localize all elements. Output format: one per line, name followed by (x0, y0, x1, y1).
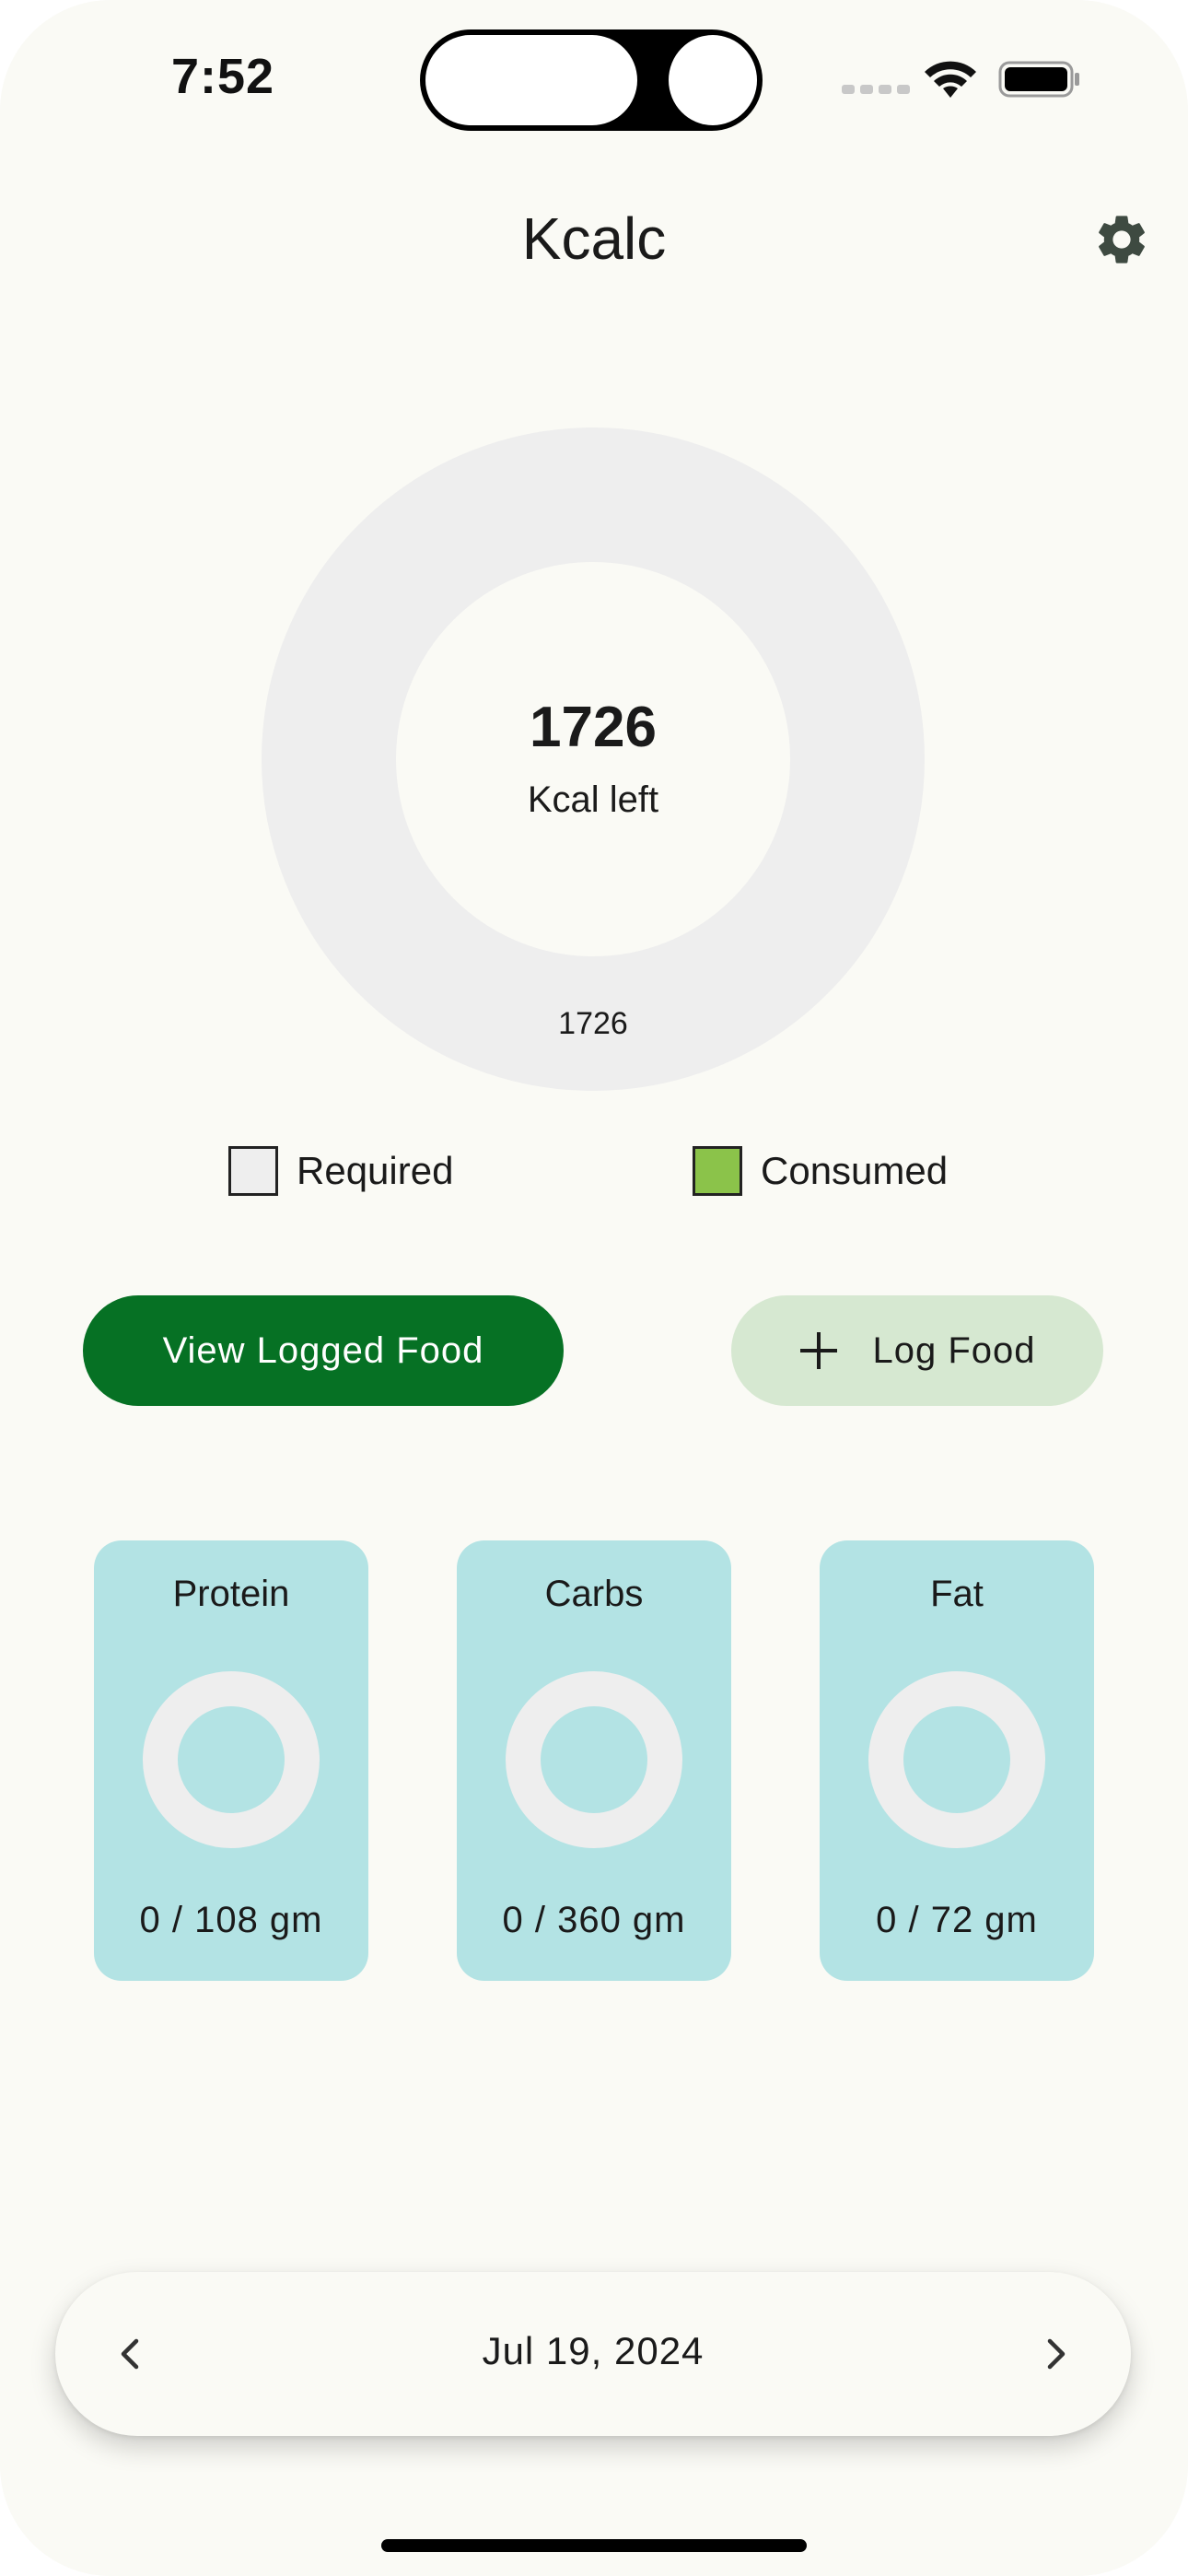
calorie-donut-chart: 1726 Kcal left 1726 (262, 427, 925, 1091)
macro-name: Fat (930, 1574, 984, 1614)
ring-value-label: 1726 (558, 1006, 628, 1041)
wifi-icon (925, 61, 976, 98)
battery-icon (998, 61, 1079, 98)
view-logged-food-label: View Logged Food (162, 1329, 484, 1371)
carbs-ring (506, 1671, 682, 1848)
fat-ring (868, 1671, 1045, 1848)
dynamic-island (420, 29, 763, 131)
current-date: Jul 19, 2024 (482, 2329, 705, 2372)
plus-icon (798, 1330, 839, 1371)
view-logged-food-button[interactable]: View Logged Food (83, 1295, 564, 1406)
protein-ring (143, 1671, 320, 1848)
macro-card-protein[interactable]: Protein 0 / 108 gm (94, 1540, 368, 1981)
legend-required: Required (228, 1146, 453, 1196)
date-navigator: Jul 19, 2024 (55, 2272, 1131, 2436)
app-screen: 7:52 Kcalc 1726 Kcal left 1726 Required (0, 0, 1188, 2576)
macro-card-carbs[interactable]: Carbs 0 / 360 gm (457, 1540, 731, 1981)
kcal-left-label: Kcal left (527, 779, 659, 820)
macro-name: Carbs (544, 1574, 644, 1614)
cellular-signal-icon (842, 85, 910, 94)
legend-consumed: Consumed (693, 1146, 948, 1196)
legend-consumed-label: Consumed (761, 1149, 949, 1192)
status-time: 7:52 (171, 49, 275, 104)
gear-icon (1099, 216, 1145, 263)
legend-required-label: Required (297, 1149, 454, 1192)
legend-required-swatch (228, 1146, 278, 1196)
next-day-button[interactable] (1026, 2324, 1085, 2383)
log-food-button[interactable]: Log Food (731, 1295, 1103, 1406)
chevron-right-icon (1047, 2338, 1066, 2370)
macro-name: Protein (172, 1574, 290, 1614)
kcal-left-value: 1726 (530, 696, 657, 759)
macro-value: 0 / 360 gm (502, 1900, 686, 1940)
macro-value: 0 / 108 gm (139, 1900, 323, 1940)
dynamic-island-dot (669, 35, 757, 125)
settings-button[interactable] (1089, 206, 1155, 273)
log-food-label: Log Food (872, 1329, 1036, 1371)
home-indicator (381, 2539, 807, 2552)
dynamic-island-pill (425, 35, 637, 125)
macro-value: 0 / 72 gm (876, 1900, 1038, 1940)
macro-card-fat[interactable]: Fat 0 / 72 gm (820, 1540, 1094, 1981)
legend-consumed-swatch (693, 1146, 742, 1196)
page-title: Kcalc (521, 205, 667, 272)
